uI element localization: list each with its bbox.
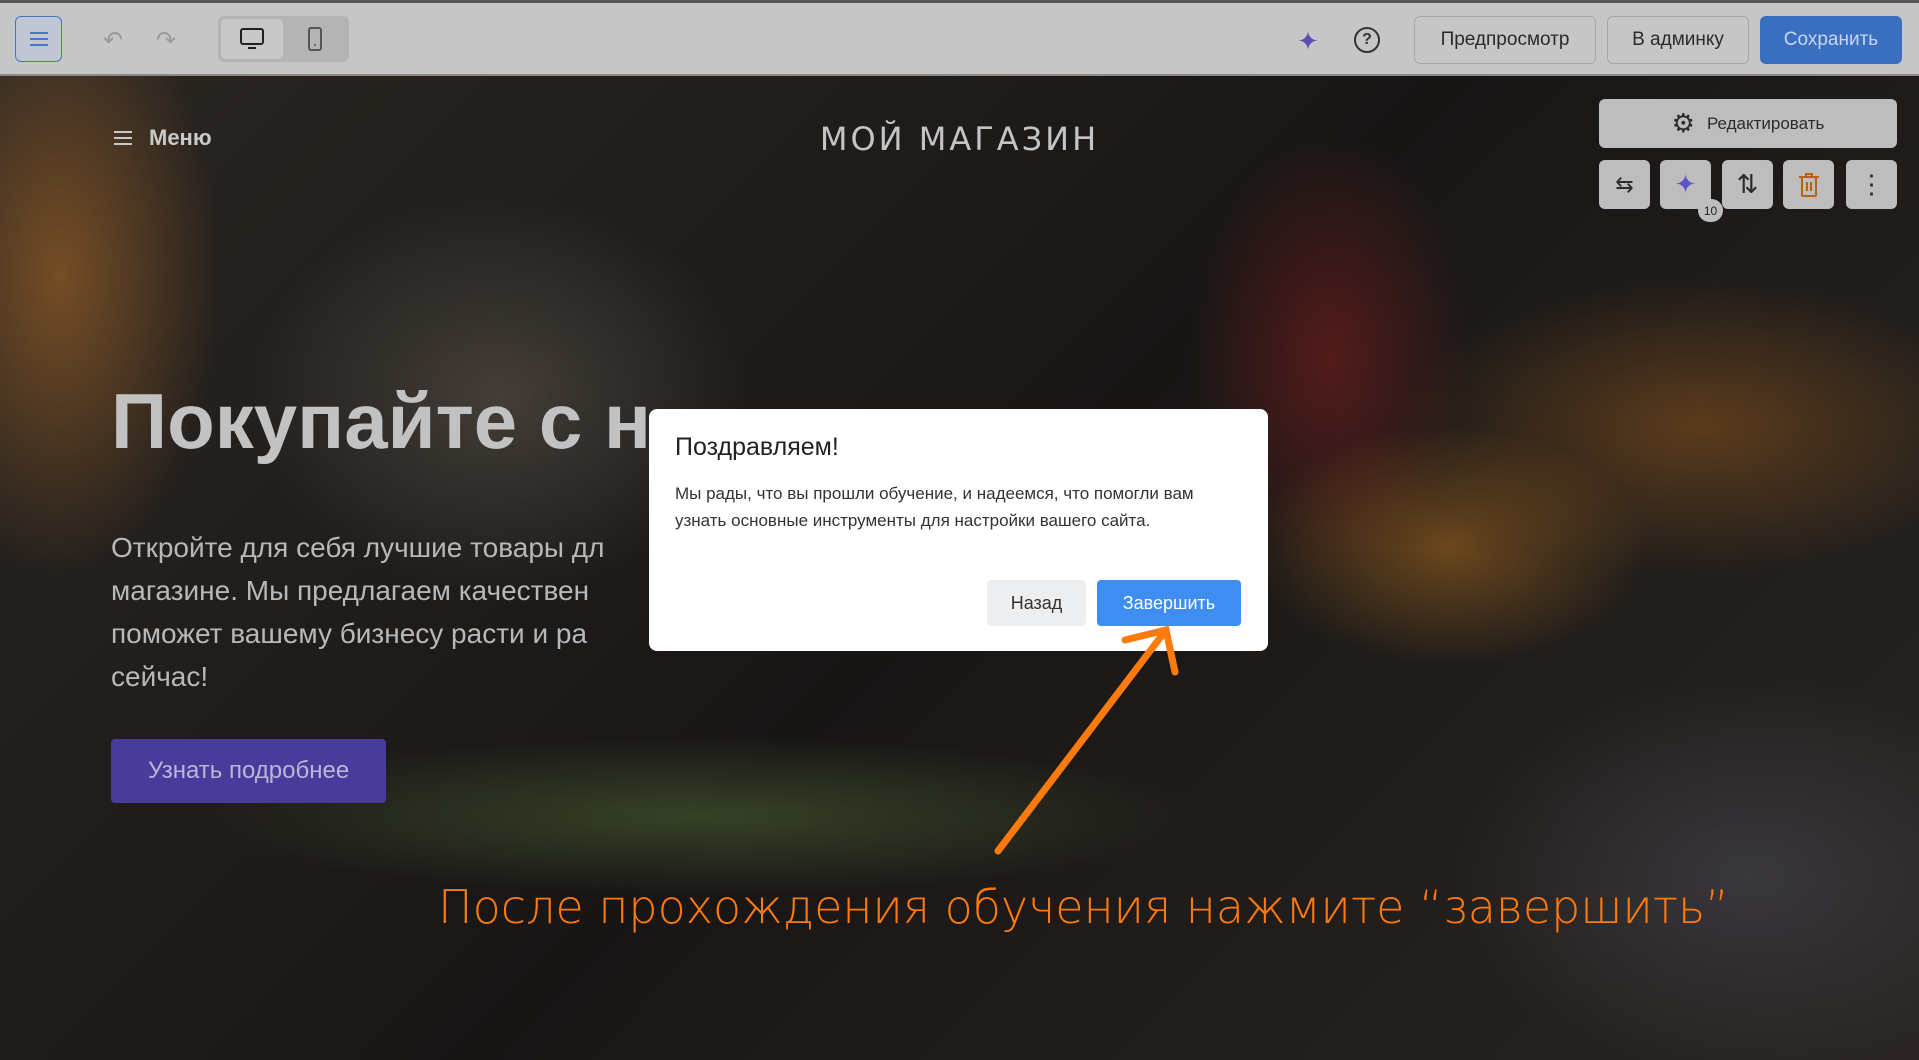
- sort-arrows-icon: ⇅: [1736, 169, 1759, 199]
- move-block-button[interactable]: ⇅: [1722, 160, 1773, 209]
- save-button[interactable]: Сохранить: [1760, 16, 1902, 64]
- gear-icon: ⚙: [1671, 108, 1695, 138]
- learn-more-button[interactable]: Узнать подробнее: [111, 739, 386, 803]
- help-icon: ?: [1362, 31, 1372, 48]
- menu-button[interactable]: [15, 16, 62, 62]
- edit-label: Редактировать: [1706, 113, 1825, 133]
- hero-paragraph: Откройте для себя лучшие товары дл магаз…: [111, 526, 605, 698]
- ai-sparkle-button[interactable]: ✦: [1292, 25, 1324, 57]
- swap-icon: ⇆: [1615, 171, 1634, 197]
- finish-button[interactable]: Завершить: [1097, 580, 1241, 626]
- admin-button[interactable]: В админку: [1607, 16, 1749, 64]
- redo-button[interactable]: ↷: [151, 25, 181, 55]
- dialog-body: Мы рады, что вы прошли обучение, и надее…: [675, 484, 1194, 530]
- paragraph-line: Откройте для себя лучшие товары дл: [111, 532, 605, 563]
- mobile-view-button[interactable]: [284, 19, 346, 59]
- ai-count-badge: 10: [1698, 199, 1723, 222]
- trash-icon: [1798, 172, 1819, 197]
- mobile-icon: [308, 27, 322, 51]
- preview-button[interactable]: Предпросмотр: [1414, 16, 1596, 64]
- annotation-text: После прохождения обучения нажмите “заве…: [438, 880, 1729, 934]
- help-button[interactable]: ?: [1354, 27, 1380, 53]
- kebab-icon: ⋮: [1858, 169, 1885, 199]
- device-toggle: [218, 16, 349, 62]
- desktop-view-button[interactable]: [221, 19, 283, 59]
- paragraph-line: сейчас!: [111, 661, 209, 692]
- undo-button[interactable]: ↶: [98, 25, 128, 55]
- desktop-icon: [240, 28, 264, 49]
- redo-icon: ↷: [155, 26, 177, 54]
- tutorial-complete-dialog: Поздравляем! Мы рады, что вы прошли обуч…: [649, 409, 1268, 651]
- edit-block-button[interactable]: ⚙ Редактировать: [1599, 99, 1897, 148]
- swap-block-button[interactable]: ⇆: [1599, 160, 1650, 209]
- sparkle-icon: ✦: [1674, 169, 1697, 199]
- sparkle-icon: ✦: [1297, 25, 1319, 56]
- delete-block-button[interactable]: [1783, 160, 1834, 209]
- dialog-title: Поздравляем!: [675, 433, 839, 461]
- hamburger-icon: [29, 32, 48, 46]
- paragraph-line: поможет вашему бизнесу расти и ра: [111, 618, 588, 649]
- editor-toolbar: ↶ ↷ ✦ ? Предпросмотр В админку Сохранить: [0, 0, 1919, 76]
- hero-heading: Покупайте с н: [111, 377, 651, 465]
- back-button[interactable]: Назад: [987, 580, 1086, 626]
- more-options-button[interactable]: ⋮: [1846, 160, 1897, 209]
- paragraph-line: магазине. Мы предлагаем качествен: [111, 575, 590, 606]
- undo-icon: ↶: [102, 26, 124, 54]
